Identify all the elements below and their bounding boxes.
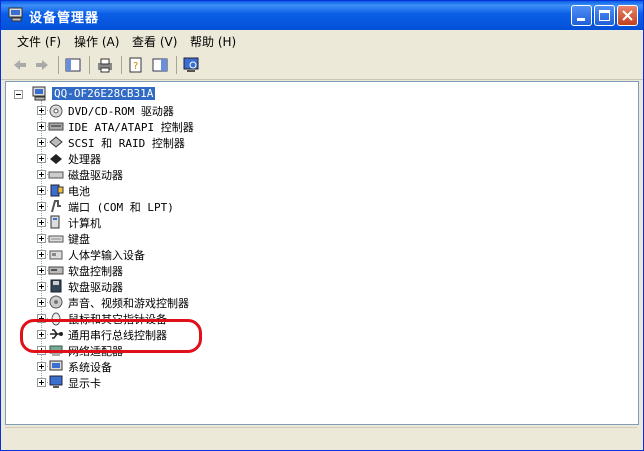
expand-toggle[interactable] (37, 122, 46, 131)
menu-action[interactable]: 操作 (A) (74, 33, 119, 50)
help-pane-icon[interactable] (151, 56, 169, 74)
toolbar-separator (58, 56, 59, 74)
print-icon[interactable] (96, 56, 114, 74)
tree-item-label[interactable]: 端口 (COM 和 LPT) (68, 199, 174, 215)
scan-hardware-icon[interactable] (182, 56, 200, 74)
toolbar: ? (1, 52, 643, 80)
scsi-icon (49, 136, 63, 148)
ide-icon (48, 122, 64, 131)
close-button[interactable] (617, 5, 638, 26)
menu-file[interactable]: 文件 (F) (17, 33, 61, 50)
expand-toggle[interactable] (37, 282, 46, 291)
computer-icon (8, 7, 23, 22)
system-icon (49, 360, 63, 371)
floppy-controller-icon (48, 266, 64, 275)
annotation-circle (20, 319, 202, 353)
expand-toggle[interactable] (37, 266, 46, 275)
dvd-icon (49, 104, 63, 118)
tree-item-label[interactable]: 显示卡 (68, 375, 101, 391)
minimize-icon (577, 18, 585, 21)
tree-item-label[interactable]: IDE ATA/ATAPI 控制器 (68, 119, 194, 135)
collapse-toggle[interactable] (14, 90, 23, 99)
expand-toggle[interactable] (37, 218, 46, 227)
menu-bar: 文件 (F) 操作 (A) 查看 (V) 帮助 (H) (1, 30, 643, 52)
tree-item-label[interactable]: 软盘驱动器 (68, 279, 123, 295)
toolbar-separator (89, 56, 90, 74)
expand-toggle[interactable] (37, 250, 46, 259)
computer-icon (50, 215, 60, 229)
maximize-icon (599, 10, 610, 21)
tree-item-label[interactable]: SCSI 和 RAID 控制器 (68, 135, 185, 151)
back-arrow-icon[interactable] (11, 56, 29, 74)
status-bar (5, 427, 637, 447)
tree-item-label[interactable]: DVD/CD-ROM 驱动器 (68, 103, 174, 119)
toolbar-separator (121, 56, 122, 74)
device-manager-window: 设备管理器 文件 (F) 操作 (A) 查看 (V) 帮助 (H) ? QQ-O… (0, 0, 644, 451)
maximize-button[interactable] (594, 5, 615, 26)
show-hide-tree-icon[interactable] (64, 56, 82, 74)
svg-text:?: ? (133, 61, 138, 72)
hid-icon (49, 250, 63, 260)
tree-item-label[interactable]: 系统设备 (68, 359, 112, 375)
expand-toggle[interactable] (37, 362, 46, 371)
floppy-drive-icon (50, 279, 62, 293)
tree-item-label[interactable]: 软盘控制器 (68, 263, 123, 279)
toolbar-separator (176, 56, 177, 74)
tree-item-label[interactable]: 磁盘驱动器 (68, 167, 123, 183)
tree-item-label[interactable]: 键盘 (68, 231, 90, 247)
expand-toggle[interactable] (37, 234, 46, 243)
cpu-icon (50, 154, 62, 164)
expand-toggle[interactable] (37, 202, 46, 211)
computer-name[interactable]: QQ-OF26E28CB31A (52, 87, 156, 100)
minimize-button[interactable] (571, 5, 592, 26)
port-icon (51, 200, 61, 213)
display-icon (49, 375, 63, 388)
tree-item-label[interactable]: 人体学输入设备 (68, 247, 145, 263)
expand-toggle[interactable] (37, 106, 46, 115)
window-title: 设备管理器 (29, 11, 100, 26)
expand-toggle[interactable] (37, 170, 46, 179)
tree-item-label[interactable]: 计算机 (68, 215, 101, 231)
forward-arrow-icon[interactable] (33, 56, 51, 74)
menu-view[interactable]: 查看 (V) (132, 33, 177, 50)
tree-item-label[interactable]: 声音、视频和游戏控制器 (68, 295, 189, 311)
close-icon (622, 10, 633, 21)
tree-item-label[interactable]: 电池 (68, 183, 90, 199)
tree-item-label[interactable]: 处理器 (68, 151, 101, 167)
sound-icon (49, 295, 63, 309)
device-tree[interactable]: QQ-OF26E28CB31A DVD/CD-ROM 驱动器 IDE ATA/AT… (5, 81, 639, 425)
computer-icon (32, 86, 46, 101)
expand-toggle[interactable] (37, 186, 46, 195)
title-bar[interactable]: 设备管理器 (1, 1, 643, 30)
disk-icon (48, 171, 64, 179)
battery-icon (50, 184, 64, 197)
expand-toggle[interactable] (37, 138, 46, 147)
expand-toggle[interactable] (37, 154, 46, 163)
expand-toggle[interactable] (37, 378, 46, 387)
expand-toggle[interactable] (37, 298, 46, 307)
properties-icon[interactable]: ? (127, 56, 145, 74)
menu-help[interactable]: 帮助 (H) (190, 33, 236, 50)
keyboard-icon (48, 235, 64, 243)
